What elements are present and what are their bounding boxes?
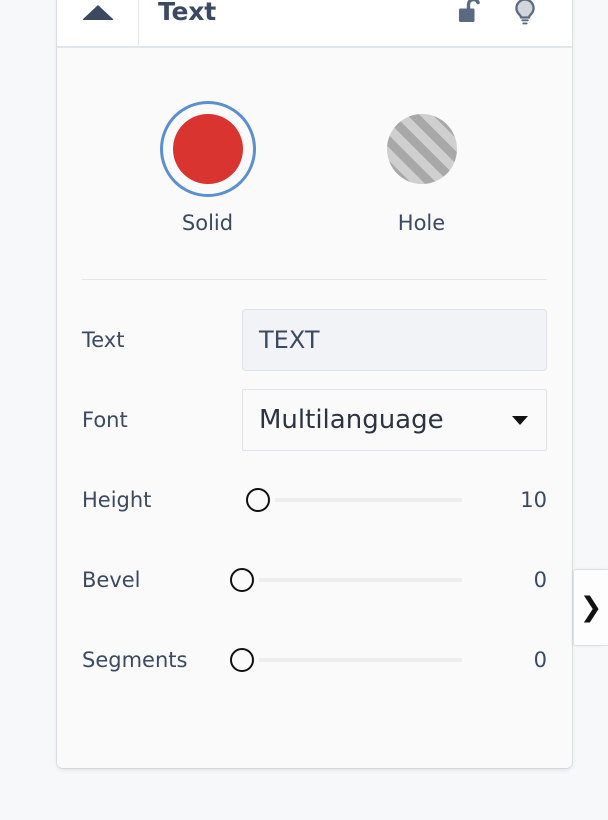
bevel-slider-value: 0: [477, 568, 547, 592]
form-row-font: Font Multilanguage: [82, 380, 547, 460]
expand-right-chevron-tab[interactable]: ❯: [573, 569, 608, 646]
hole-striped-circle: [387, 114, 457, 184]
shape-option-label: Hole: [363, 211, 481, 235]
text-input[interactable]: TEXT: [242, 309, 547, 371]
text-field-label: Text: [82, 328, 242, 352]
slider-track[interactable]: [252, 498, 462, 502]
hole-swatch-wrap: [374, 101, 470, 197]
lightbulb-icon[interactable]: [510, 0, 540, 28]
shape-option-hole[interactable]: Hole: [363, 101, 481, 235]
bevel-slider-thumb[interactable]: [230, 568, 254, 592]
chevron-down-icon: [512, 416, 528, 425]
height-slider-label: Height: [82, 488, 242, 512]
bevel-slider-label: Bevel: [82, 568, 242, 592]
solid-color-circle: [173, 114, 243, 184]
segments-slider-thumb[interactable]: [230, 648, 254, 672]
height-slider-thumb[interactable]: [246, 488, 270, 512]
panel-body: Solid Hole Text TEXT Font Multilanguage: [57, 48, 572, 768]
properties-form: Text TEXT Font Multilanguage Height 10: [57, 280, 572, 700]
segments-slider-value: 0: [477, 648, 547, 672]
form-row-bevel: Bevel 0: [82, 540, 547, 620]
solid-swatch-wrap: [160, 101, 256, 197]
shape-option-label: Solid: [149, 211, 267, 235]
page-title: Text: [139, 0, 456, 46]
form-row-text: Text TEXT: [82, 300, 547, 380]
header-icon-group: [456, 0, 572, 46]
height-slider-value: 10: [477, 488, 547, 512]
slider-track[interactable]: [252, 578, 462, 582]
triangle-up-icon: [82, 5, 114, 20]
shape-option-solid[interactable]: Solid: [149, 101, 267, 235]
font-select[interactable]: Multilanguage: [242, 389, 547, 451]
font-field-label: Font: [82, 408, 242, 432]
text-properties-panel: Text Solid: [57, 0, 572, 768]
font-select-value: Multilanguage: [259, 405, 512, 435]
slider-track[interactable]: [252, 658, 462, 662]
unlocked-padlock-icon[interactable]: [456, 0, 486, 28]
shape-type-chooser: Solid Hole: [57, 48, 572, 235]
panel-header: Text: [57, 0, 572, 48]
collapse-panel-button[interactable]: [57, 0, 139, 46]
height-slider[interactable]: 10: [242, 484, 547, 516]
segments-slider[interactable]: 0: [242, 644, 547, 676]
segments-slider-label: Segments: [82, 648, 242, 672]
bevel-slider[interactable]: 0: [242, 564, 547, 596]
form-row-segments: Segments 0: [82, 620, 547, 700]
form-row-height: Height 10: [82, 460, 547, 540]
